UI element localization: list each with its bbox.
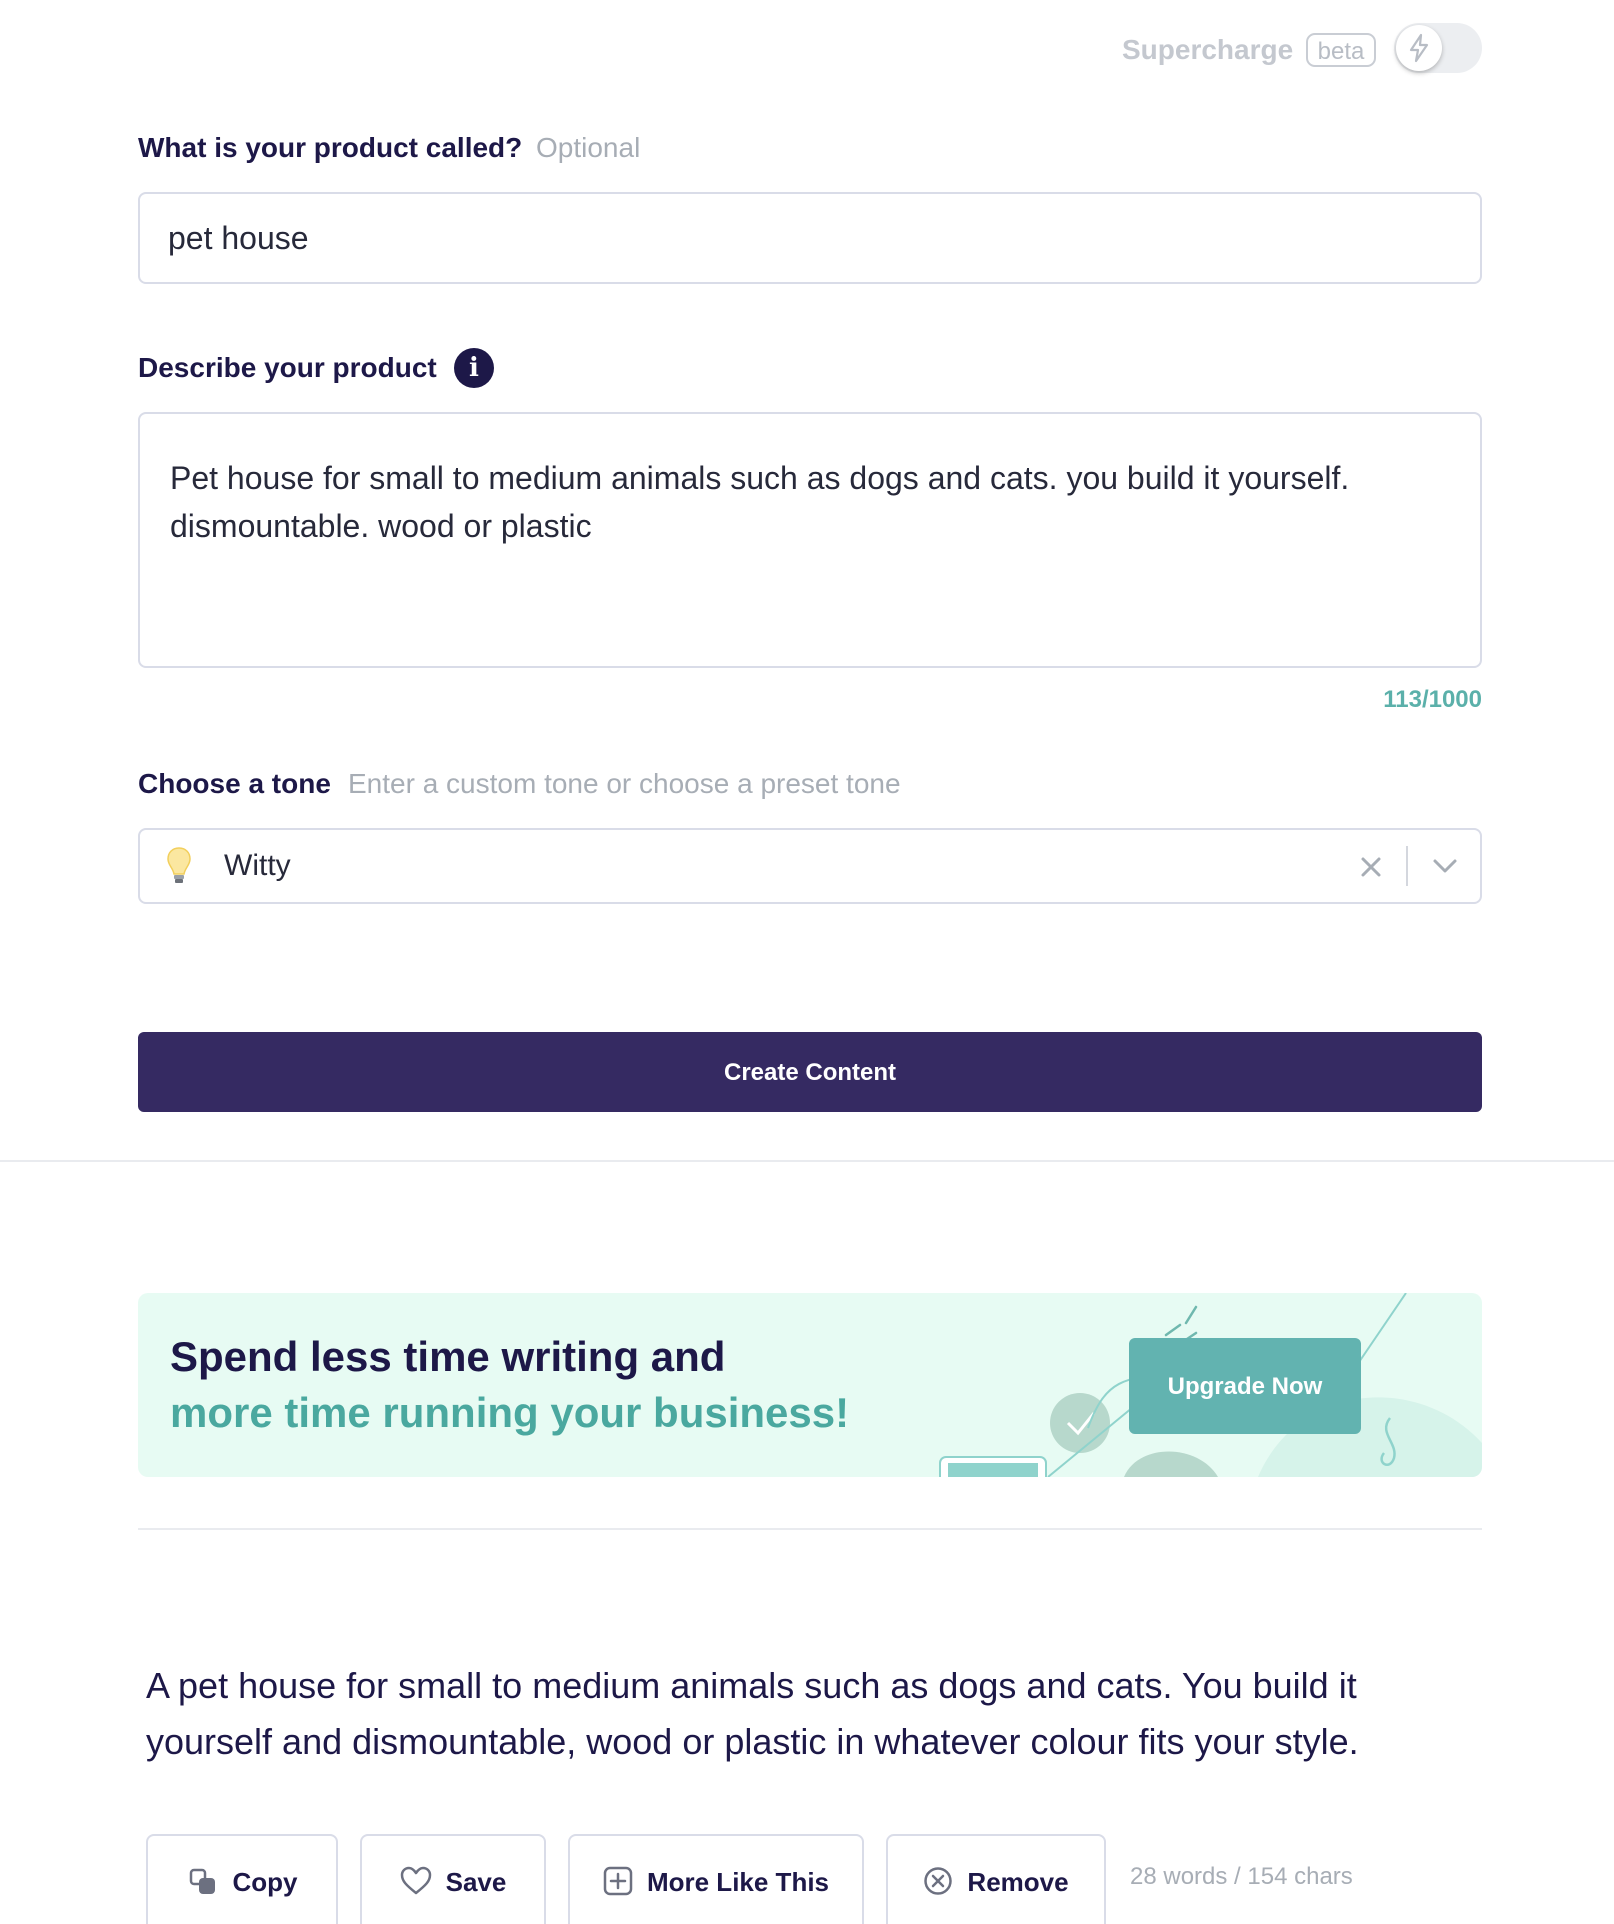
tone-select[interactable]: Witty [138,828,1482,904]
character-counter: 113/1000 [1383,686,1482,713]
close-circle-icon [924,1867,953,1895]
plus-square-icon [603,1866,633,1896]
clear-icon[interactable] [1360,856,1382,878]
save-label: Save [445,1867,507,1897]
more-like-this-button[interactable]: More Like This [568,1834,864,1924]
description-label: Describe your product [138,352,437,383]
remove-label: Remove [967,1867,1069,1897]
select-divider [1406,846,1408,886]
product-name-optional-hint: Optional [536,132,641,163]
product-name-value: pet house [168,220,309,256]
description-value: Pet house for small to medium animals su… [170,460,1350,544]
section-divider [0,1160,1614,1162]
more-like-this-label: More Like This [646,1867,830,1897]
upgrade-now-button[interactable]: Upgrade Now [1129,1338,1361,1434]
chevron-down-icon[interactable] [1432,858,1458,874]
lightbulb-icon [167,847,191,883]
info-icon[interactable]: i [454,348,494,388]
remove-button[interactable]: Remove [886,1834,1106,1924]
product-name-input[interactable]: pet house [138,192,1482,284]
supercharge-toggle-knob[interactable] [1396,25,1442,71]
tone-hint: Enter a custom tone or choose a preset t… [348,768,901,799]
description-textarea[interactable]: Pet house for small to medium animals su… [138,412,1482,668]
tone-label: Choose a tone [138,768,331,799]
copy-button[interactable]: Copy [146,1834,338,1924]
beta-badge: beta [1306,33,1376,67]
product-name-label: What is your product called? [138,132,523,163]
banner-headline: Spend less time writing and [170,1333,726,1380]
save-button[interactable]: Save [360,1834,546,1924]
copy-label: Copy [232,1867,298,1897]
supercharge-label: Supercharge [1122,34,1294,65]
upgrade-banner: Spend less time writing and more time ru… [138,1293,1482,1477]
create-content-button[interactable]: Create Content [138,1032,1482,1112]
tone-value: Witty [224,849,291,882]
heart-icon [400,1866,431,1895]
results-divider [138,1528,1482,1530]
word-char-count: 28 words / 154 chars [1130,1863,1353,1890]
lightning-icon [1409,33,1429,63]
copy-icon [189,1868,215,1894]
banner-subheadline: more time running your business! [170,1389,850,1436]
generated-content: A pet house for small to medium animals … [146,1665,1359,1762]
